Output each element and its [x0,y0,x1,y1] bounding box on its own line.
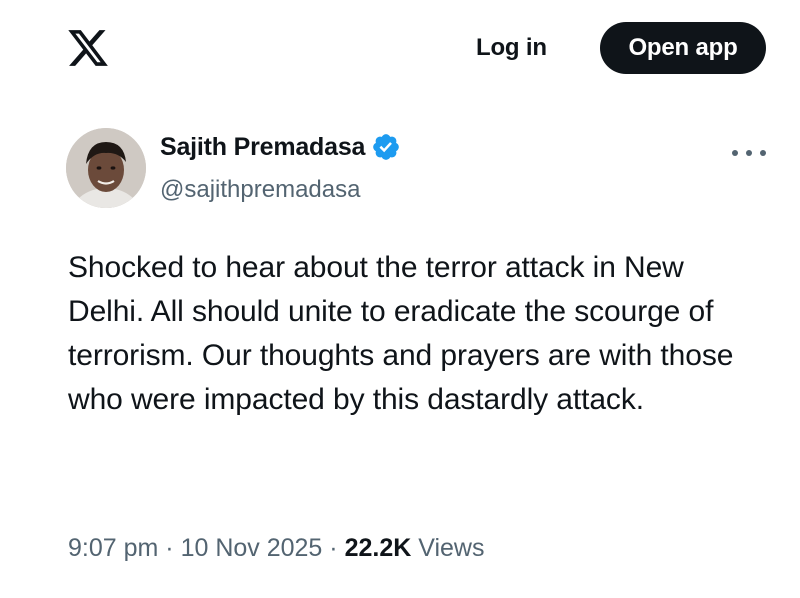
open-app-button[interactable]: Open app [600,22,766,74]
more-horizontal-icon[interactable] [732,148,766,158]
author-handle[interactable]: @sajithpremadasa [160,176,360,204]
login-link[interactable]: Log in [476,31,547,65]
views-label: Views [411,534,485,562]
tweet-time[interactable]: 9:07 pm [68,534,158,562]
avatar[interactable] [66,128,146,208]
more-dot [746,150,752,156]
x-logo-icon[interactable] [66,26,110,70]
views-count: 22.2K [344,534,412,562]
avatar-photo [66,128,146,208]
verified-badge-icon[interactable] [371,132,401,162]
author-display-name[interactable]: Sajith Premadasa [160,133,365,162]
author-name-row[interactable]: Sajith Premadasa [160,132,401,162]
more-dot [732,150,738,156]
tweet-date[interactable]: 10 Nov 2025 [181,534,323,562]
meta-separator: · [158,534,181,562]
tweet-text: Shocked to hear about the terror attack … [68,251,734,416]
more-dot [760,150,766,156]
tweet-meta: 9:07 pm · 10 Nov 2025 · 22.2K Views [68,534,484,563]
meta-separator: · [322,534,345,562]
